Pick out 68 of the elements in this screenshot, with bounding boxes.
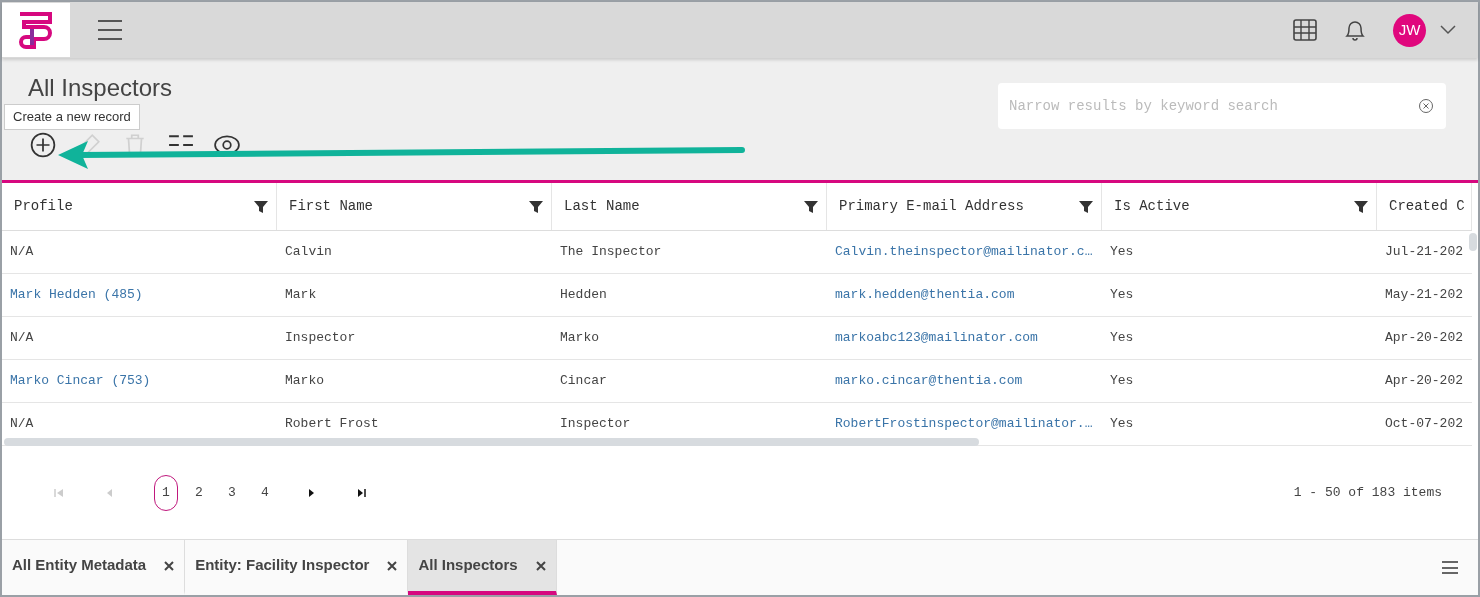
column-header[interactable]: First Name [277, 183, 552, 230]
table-link[interactable]: Calvin.theinspector@mailinator.c… [835, 242, 1093, 262]
table-cell-text: Inspector [560, 415, 631, 434]
table-cell-text: N/A [10, 329, 34, 348]
table-link[interactable]: Mark Hedden (485) [10, 285, 143, 305]
tab-label[interactable]: Entity: Facility Inspector [195, 554, 370, 577]
column-header[interactable]: Last Name [552, 183, 827, 230]
bell-icon[interactable] [1344, 18, 1366, 42]
tooltip: Create a new record [4, 104, 140, 130]
filter-icon[interactable] [804, 199, 818, 214]
tab-label[interactable]: All Entity Metadata [12, 554, 147, 577]
table-cell-text: Inspector [285, 329, 356, 348]
table-cell-text: Oct-07-202 [1385, 415, 1463, 434]
table-link[interactable]: RobertFrostinspector@mailinator.… [835, 414, 1093, 434]
table-link[interactable]: markoabc123@mailinator.com [835, 328, 1038, 348]
menu-icon[interactable] [98, 20, 122, 40]
column-header[interactable]: Profile [2, 183, 277, 230]
table-cell-text: Yes [1110, 243, 1134, 262]
table-cell-text: Yes [1110, 329, 1134, 348]
column-header[interactable]: Is Active [1102, 183, 1377, 230]
user-avatar[interactable]: JW [1393, 13, 1426, 47]
filter-icon[interactable] [1354, 199, 1368, 214]
close-icon[interactable] [164, 560, 175, 571]
page-button[interactable]: 2 [187, 474, 211, 511]
table-cell-text: Marko [560, 329, 599, 348]
horizontal-scrollbar[interactable] [4, 438, 979, 446]
table-cell-text: Yes [1110, 415, 1134, 434]
table-cell-text: Cincar [560, 372, 607, 391]
close-icon[interactable] [387, 560, 398, 571]
table-link[interactable]: marko.cincar@thentia.com [835, 371, 1023, 391]
grid-icon[interactable] [1293, 19, 1317, 41]
last-page-icon[interactable] [357, 487, 367, 498]
table-cell-text: Hedden [560, 286, 607, 305]
filter-icon[interactable] [254, 199, 268, 214]
tab[interactable]: All Inspectors [408, 540, 557, 595]
table-cell-text: Apr-20-202 [1385, 329, 1463, 348]
table-cell-text: N/A [10, 243, 34, 262]
table-cell-text: Robert Frost [285, 415, 379, 434]
pagination-summary: 1 - 50 of 183 items [1293, 483, 1442, 502]
column-header[interactable]: Primary E-mail Address [827, 183, 1102, 230]
page-button[interactable]: 4 [253, 474, 277, 511]
table-link[interactable]: mark.hedden@thentia.com [835, 285, 1015, 305]
filter-icon[interactable] [529, 199, 543, 214]
table-link[interactable]: Marko Cincar (753) [10, 371, 151, 391]
tab-label[interactable]: All Inspectors [418, 554, 518, 577]
filter-icon[interactable] [1079, 199, 1093, 214]
add-icon[interactable] [30, 132, 56, 158]
table-cell-text: May-21-202 [1385, 286, 1463, 305]
logo-icon[interactable] [2, 3, 70, 57]
page-button[interactable]: 3 [220, 474, 244, 511]
tab[interactable]: All Entity Metadata [2, 540, 186, 595]
table-cell-text: Yes [1110, 286, 1134, 305]
table-cell-text: Mark [285, 286, 317, 305]
table-cell-text: Apr-20-202 [1385, 372, 1463, 391]
page-title: All Inspectors [28, 74, 174, 102]
menu-icon[interactable] [1442, 561, 1458, 574]
table-cell-text: N/A [10, 415, 34, 434]
table-cell-text: Jul-21-202 [1385, 243, 1463, 262]
column-header[interactable]: Created C [1377, 183, 1472, 230]
clear-icon[interactable] [1418, 98, 1434, 114]
table-cell-text: Yes [1110, 372, 1134, 391]
chevron-down-icon[interactable] [1440, 25, 1456, 35]
table-cell-text: The Inspector [560, 243, 662, 262]
table-cell-text: Calvin [285, 243, 332, 262]
vertical-scrollbar[interactable] [1469, 233, 1477, 251]
search-field[interactable]: Narrow results by keyword search [998, 83, 1446, 129]
close-icon[interactable] [535, 560, 546, 571]
table-cell-text: Marko [285, 372, 324, 391]
